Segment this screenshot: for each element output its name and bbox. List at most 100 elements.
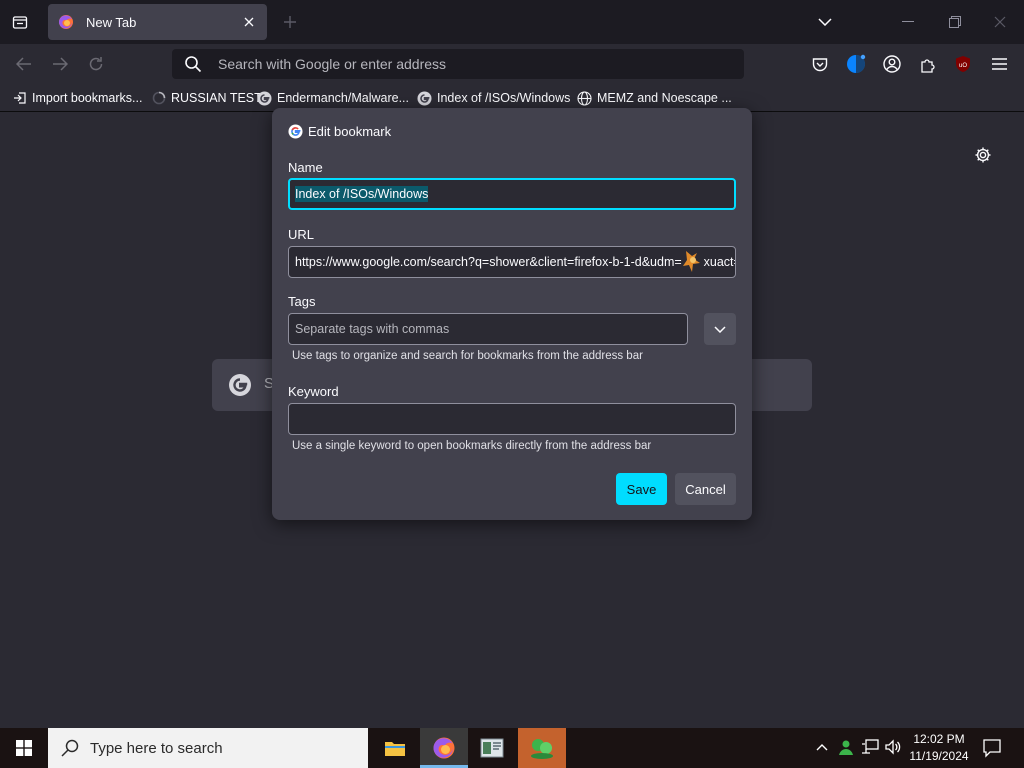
app-icon xyxy=(531,739,553,759)
keyword-label: Keyword xyxy=(288,384,339,399)
save-button[interactable]: Save xyxy=(616,473,667,505)
url-value: https://www.google.com/search?q=shower&c… xyxy=(295,255,682,269)
pocket-icon xyxy=(812,57,828,71)
close-window-button[interactable] xyxy=(990,12,1010,32)
tab-strip: New Tab xyxy=(0,0,1024,44)
ublock-origin-icon: uO xyxy=(956,56,970,72)
forward-button[interactable] xyxy=(50,54,70,74)
tags-dropdown-button[interactable] xyxy=(704,313,736,345)
file-explorer-icon xyxy=(385,742,405,756)
hamburger-menu-icon xyxy=(991,58,1007,70)
start-button[interactable] xyxy=(0,728,48,768)
clock-time: 12:02 PM xyxy=(913,732,965,746)
minimize-button[interactable] xyxy=(898,12,918,32)
bookmark-label: MEMZ and Noescape ... xyxy=(597,91,732,105)
user-green-icon xyxy=(839,740,853,755)
restore-button[interactable] xyxy=(945,12,965,32)
clock-date: 11/19/2024 xyxy=(909,749,969,763)
bookmark-label: Endermanch/Malware... xyxy=(277,91,410,105)
show-hidden-icons-button[interactable] xyxy=(813,738,831,756)
cursor-sprite-icon xyxy=(682,251,700,272)
speaker-icon xyxy=(885,739,901,755)
chevron-up-icon xyxy=(816,743,828,750)
bookmark-endermanch-malware[interactable]: Endermanch/Malware... xyxy=(257,90,409,106)
close-icon xyxy=(994,16,1006,28)
notification-icon[interactable] xyxy=(982,738,1002,758)
bookmark-russian-test[interactable]: RUSSIAN TEST xyxy=(151,90,262,106)
bookmark-import[interactable]: Import bookmarks... xyxy=(12,90,142,106)
network-icon xyxy=(862,739,879,754)
list-all-tabs-button[interactable] xyxy=(816,13,834,31)
tags-label: Tags xyxy=(288,294,316,309)
import-icon xyxy=(12,91,27,106)
account-icon xyxy=(883,55,901,73)
extension-blue-icon xyxy=(847,54,866,73)
url-field[interactable]: https://www.google.com/search?q=shower&c… xyxy=(288,246,736,278)
tab-title: New Tab xyxy=(86,14,137,30)
extensions-button[interactable] xyxy=(917,53,939,75)
puzzle-icon xyxy=(920,58,935,73)
taskbar-clock[interactable]: 12:02 PM 11/19/2024 xyxy=(905,731,973,765)
extension-button[interactable] xyxy=(845,53,867,75)
tags-hint: Use tags to organize and search for book… xyxy=(292,350,643,362)
google-icon xyxy=(288,124,303,139)
taskbar-search-box[interactable]: Type here to search xyxy=(48,728,368,768)
bookmark-index-of-isos[interactable]: Index of /ISOs/Windows xyxy=(417,90,570,106)
tray-user-app[interactable] xyxy=(837,738,855,756)
url-input[interactable] xyxy=(218,56,744,72)
name-value: Index of /ISOs/Windows xyxy=(295,186,429,202)
network-button[interactable] xyxy=(861,738,879,756)
keyword-field[interactable] xyxy=(288,403,736,435)
firefox-icon xyxy=(59,15,73,29)
tab-new-tab[interactable]: New Tab xyxy=(48,4,267,40)
url-label: URL xyxy=(288,227,315,242)
tab-list-button[interactable] xyxy=(8,10,32,34)
taskbar-app-window[interactable] xyxy=(468,728,516,768)
tags-field[interactable]: Separate tags with commas xyxy=(288,313,688,345)
pocket-button[interactable] xyxy=(809,53,831,75)
google-icon xyxy=(229,374,251,396)
windows-taskbar: Type here to search 12:02 PM 11/19/2024 xyxy=(0,728,1024,768)
address-bar[interactable] xyxy=(172,49,744,79)
keyword-hint: Use a single keyword to open bookmarks d… xyxy=(292,440,652,452)
taskbar-file-explorer[interactable] xyxy=(371,728,419,768)
arrow-right-icon xyxy=(53,57,68,71)
loading-icon xyxy=(151,91,166,106)
reload-button[interactable] xyxy=(86,54,106,74)
tags-placeholder: Separate tags with commas xyxy=(295,322,450,336)
name-label: Name xyxy=(288,160,323,175)
minimize-icon xyxy=(902,21,914,22)
gear-icon[interactable] xyxy=(974,146,992,164)
taskbar-app-green[interactable] xyxy=(518,728,566,768)
dialog-header: Edit bookmark xyxy=(288,124,391,139)
bookmark-label: RUSSIAN TEST xyxy=(171,91,262,105)
ublock-button[interactable]: uO xyxy=(952,53,974,75)
dialog-title: Edit bookmark xyxy=(308,124,392,139)
globe-icon xyxy=(577,90,592,106)
app-icon xyxy=(480,738,504,758)
close-tab-icon[interactable] xyxy=(241,14,257,30)
account-button[interactable] xyxy=(881,53,903,75)
new-tab-button[interactable] xyxy=(280,12,300,32)
search-icon xyxy=(61,739,79,757)
search-icon xyxy=(185,56,202,73)
bookmark-label: Index of /ISOs/Windows xyxy=(437,91,571,105)
taskbar-firefox[interactable] xyxy=(420,728,468,768)
cancel-button[interactable]: Cancel xyxy=(675,473,736,505)
menu-button[interactable] xyxy=(988,53,1010,75)
name-field[interactable]: Index of /ISOs/Windows xyxy=(288,178,736,210)
bookmark-memz-noescape[interactable]: MEMZ and Noescape ... xyxy=(577,90,732,106)
bookmark-label: Import bookmarks... xyxy=(32,91,143,105)
plus-icon xyxy=(284,16,296,28)
back-button[interactable] xyxy=(14,54,34,74)
arrow-left-icon xyxy=(16,57,31,71)
navigation-toolbar: uO xyxy=(0,44,1024,84)
tab-list-icon xyxy=(12,16,28,29)
volume-button[interactable] xyxy=(884,738,902,756)
svg-text:uO: uO xyxy=(959,63,967,69)
firefox-icon xyxy=(433,737,455,759)
chevron-down-icon xyxy=(818,18,832,26)
google-icon xyxy=(417,91,432,106)
url-value-tail: xuact= xyxy=(703,255,735,269)
taskbar-search-placeholder: Type here to search xyxy=(90,739,223,757)
